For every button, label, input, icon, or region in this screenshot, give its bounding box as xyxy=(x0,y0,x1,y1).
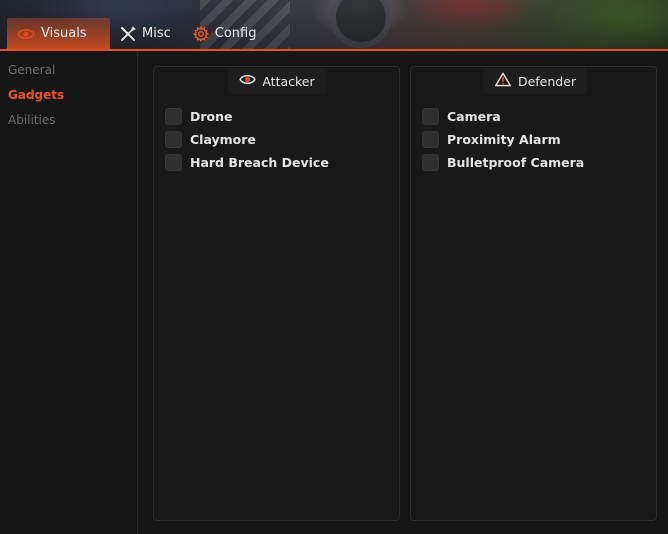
camera-checkbox[interactable] xyxy=(422,107,439,125)
tab-visuals[interactable]: Visuals xyxy=(7,18,110,49)
tab-misc[interactable]: Misc xyxy=(110,18,183,49)
sidebar-item-gadgets[interactable]: Gadgets xyxy=(8,88,64,102)
checkbox-row-proximity-alarm[interactable]: Proximity Alarm xyxy=(422,130,561,148)
proximity-alarm-checkbox[interactable] xyxy=(422,130,439,148)
tools-icon xyxy=(120,25,136,42)
header-accent-line xyxy=(0,49,668,51)
checkbox-row-drone[interactable]: Drone xyxy=(165,107,233,125)
claymore-checkbox[interactable] xyxy=(165,130,182,148)
claymore-label: Claymore xyxy=(190,131,256,147)
camera-label: Camera xyxy=(447,108,501,124)
defender-panel-title: Defender xyxy=(517,73,577,89)
banner-art-watch xyxy=(330,0,392,48)
bulletproof-camera-label: Bulletproof Camera xyxy=(447,154,585,170)
defender-panel: Defender Camera Proximity Alarm Bulletpr… xyxy=(410,66,657,521)
eye-icon xyxy=(17,27,35,41)
defender-panel-header: Defender xyxy=(483,68,587,94)
app-window: Visuals Misc Config General Gadgets Abil… xyxy=(0,0,668,534)
tab-config-label: Config xyxy=(214,26,257,41)
tab-bar: Visuals Misc Config xyxy=(7,18,268,49)
checkbox-row-bulletproof-camera[interactable]: Bulletproof Camera xyxy=(422,153,584,171)
checkbox-row-hard-breach-device[interactable]: Hard Breach Device xyxy=(165,153,329,171)
tab-visuals-label: Visuals xyxy=(41,26,87,41)
sidebar-item-abilities[interactable]: Abilities xyxy=(8,113,56,127)
attacker-panel: Attacker Drone Claymore Hard Breach Devi… xyxy=(153,66,400,521)
eye-icon xyxy=(239,73,257,89)
checkbox-row-camera[interactable]: Camera xyxy=(422,107,501,125)
warning-icon xyxy=(494,72,512,90)
checkbox-row-claymore[interactable]: Claymore xyxy=(165,130,256,148)
drone-checkbox[interactable] xyxy=(165,107,182,125)
tab-config[interactable]: Config xyxy=(183,18,269,49)
tab-misc-label: Misc xyxy=(142,26,171,41)
drone-label: Drone xyxy=(190,108,233,124)
attacker-panel-header: Attacker xyxy=(228,68,326,94)
sidebar: General Gadgets Abilities xyxy=(0,51,138,534)
hard-breach-device-checkbox[interactable] xyxy=(165,153,182,171)
sidebar-item-general[interactable]: General xyxy=(8,63,55,77)
hard-breach-device-label: Hard Breach Device xyxy=(190,154,329,170)
proximity-alarm-label: Proximity Alarm xyxy=(447,131,561,147)
gear-icon xyxy=(192,25,209,42)
bulletproof-camera-checkbox[interactable] xyxy=(422,153,439,171)
attacker-panel-title: Attacker xyxy=(262,73,315,89)
